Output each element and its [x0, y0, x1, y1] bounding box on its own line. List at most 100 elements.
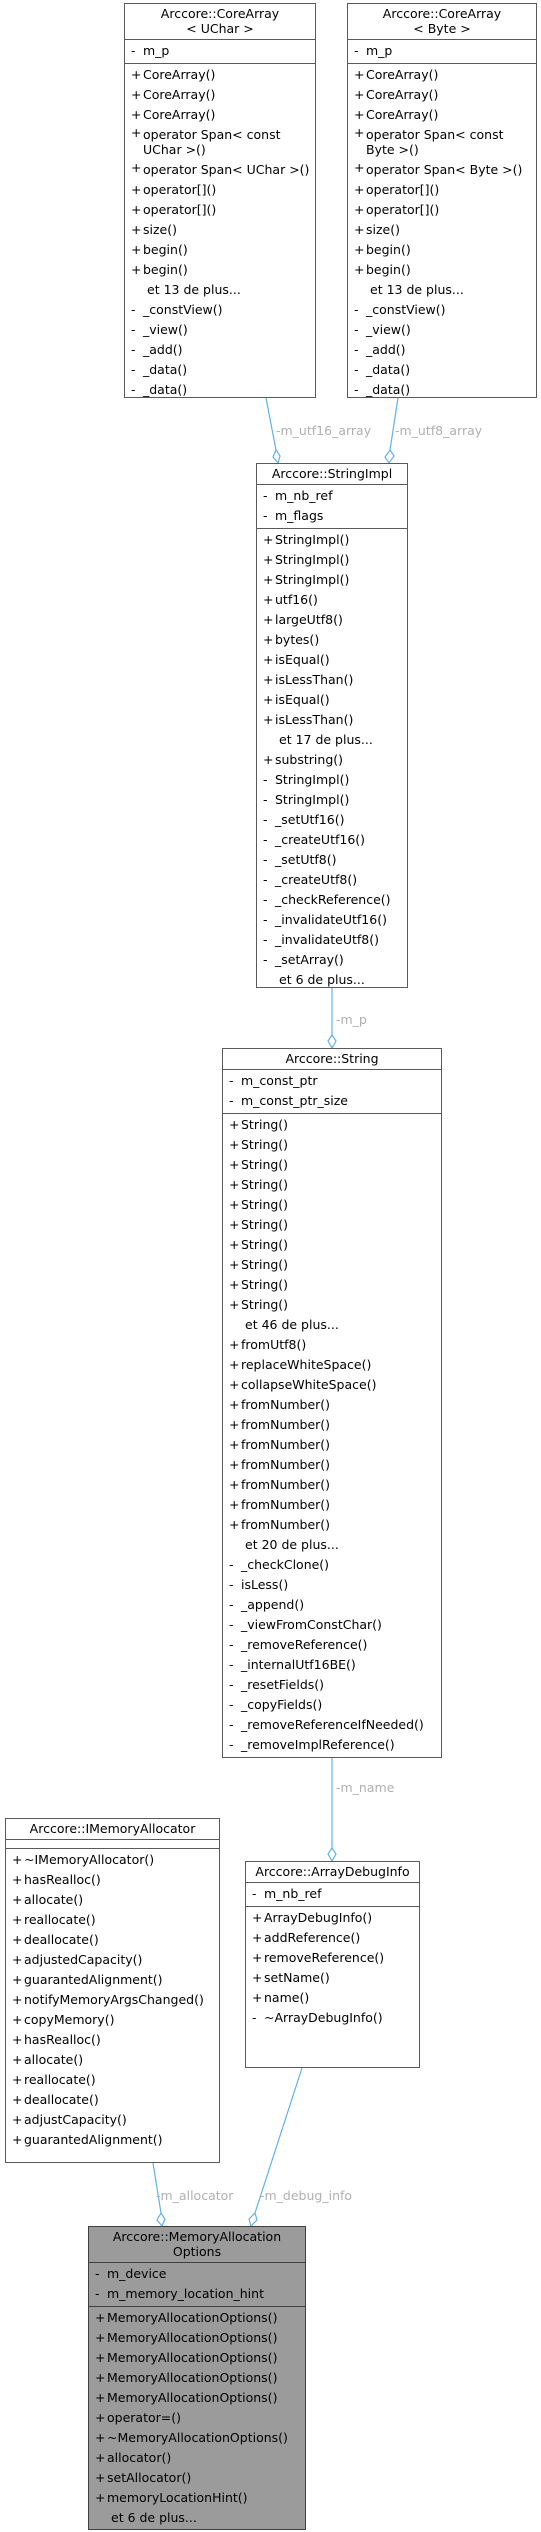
method-row-begin: + begin() — [348, 240, 536, 260]
visibility-marker: + — [131, 202, 142, 217]
method-section: + ArrayDebugInfo() + addReference() + removeR… — [246, 1907, 419, 2030]
method-name: String() — [241, 1257, 289, 1272]
visibility-marker: + — [131, 107, 142, 122]
method-name: _removeReference() — [241, 1637, 368, 1652]
method-name: hasRealloc() — [24, 2032, 101, 2047]
method-name: _setUtf8() — [275, 852, 337, 867]
attribute-section: - m_p — [348, 40, 536, 64]
method-name: operator=() — [107, 2410, 181, 2425]
method-name: operator[]() — [366, 202, 440, 217]
method-name: _checkClone() — [241, 1557, 330, 1572]
method-name: MemoryAllocationOptions() — [107, 2370, 278, 2385]
visibility-marker: + — [95, 2430, 106, 2445]
method-name: _removeImplReference() — [241, 1737, 395, 1752]
method-name: utf16() — [275, 592, 318, 607]
method-row-viewfromconstchar: - _viewFromConstChar() — [223, 1615, 441, 1635]
visibility-marker: - — [263, 952, 268, 967]
method-row-stringimpl: + StringImpl() — [257, 570, 407, 590]
method-row-checkclone: - _checkClone() — [223, 1555, 441, 1575]
method-row-operator-span-uchar: + operator Span< UChar >() — [125, 160, 315, 180]
method-name: isLessThan() — [275, 672, 354, 687]
method-row-copyfields: - _copyFields() — [223, 1695, 441, 1715]
visibility-marker: + — [229, 1157, 240, 1172]
attribute-row-m-nb-ref: - m_nb_ref — [246, 1884, 419, 1904]
class-string-impl[interactable]: Arccore::StringImpl - m_nb_ref - m_flags + Str… — [256, 463, 408, 988]
method-row-append: - _append() — [223, 1595, 441, 1615]
method-name: _data() — [143, 362, 188, 377]
method-name: _setArray() — [275, 952, 344, 967]
visibility-marker: + — [229, 1197, 240, 1212]
method-row-invalidateutf16: - _invalidateUtf16() — [257, 910, 407, 930]
visibility-marker: - — [229, 1637, 234, 1652]
method-name: _copyFields() — [241, 1697, 323, 1712]
method-row-operator: + operator[]() — [348, 200, 536, 220]
visibility-marker: + — [263, 552, 274, 567]
visibility-marker: - — [263, 832, 268, 847]
visibility-marker: + — [131, 262, 142, 277]
visibility-marker: + — [95, 2450, 106, 2465]
diamond-m-p — [327, 1033, 337, 1050]
method-row-corearray: + CoreArray() — [348, 85, 536, 105]
visibility-marker: + — [12, 2112, 23, 2127]
method-name: et 6 de plus... — [279, 972, 365, 987]
method-row-notifymemoryargschanged: + notifyMemoryArgsChanged() — [6, 1990, 219, 2010]
visibility-marker: + — [263, 572, 274, 587]
visibility-marker: - — [131, 362, 136, 377]
visibility-marker: + — [12, 2032, 23, 2047]
method-name: guarantedAlignment() — [24, 1972, 163, 1987]
method-row-setutf8: - _setUtf8() — [257, 850, 407, 870]
method-row-memoryallocationoptions: + MemoryAllocationOptions() — [89, 2308, 305, 2328]
visibility-marker: - — [95, 2286, 100, 2301]
visibility-marker: - — [354, 302, 359, 317]
attribute-row-m-const-ptr-size: - m_const_ptr_size — [223, 1091, 441, 1111]
method-name: MemoryAllocationOptions() — [107, 2310, 278, 2325]
class-memory-allocation-options[interactable]: Arccore::MemoryAllocation Options - m_devic… — [88, 2226, 306, 2530]
visibility-marker: - — [131, 342, 136, 357]
class-core-array-uchar[interactable]: Arccore::CoreArray < UChar > - m_p + CoreArra… — [124, 3, 316, 398]
visibility-marker: + — [12, 1952, 23, 1967]
visibility-marker: + — [229, 1357, 240, 1372]
class-imemory-allocator[interactable]: Arccore::IMemoryAllocator + ~IMemoryAlloca… — [5, 1818, 220, 2163]
method-row-bytes: + bytes() — [257, 630, 407, 650]
method-name: memoryLocationHint() — [107, 2490, 248, 2505]
class-title: Arccore::String — [223, 1049, 441, 1070]
class-array-debug-info[interactable]: Arccore::ArrayDebugInfo - m_nb_ref + ArrayDe… — [245, 1861, 420, 2068]
visibility-marker: + — [354, 107, 365, 122]
method-row-operator: + operator=() — [89, 2408, 305, 2428]
method-row-corearray: + CoreArray() — [348, 65, 536, 85]
visibility-marker: + — [252, 1970, 263, 1985]
visibility-marker: - — [131, 322, 136, 337]
attribute-name: m_nb_ref — [275, 488, 333, 503]
visibility-marker: - — [229, 1617, 234, 1632]
method-name: StringImpl() — [275, 772, 350, 787]
visibility-marker: + — [95, 2490, 106, 2505]
method-name: MemoryAllocationOptions() — [107, 2390, 278, 2405]
visibility-marker: - — [263, 792, 268, 807]
method-row-memoryallocationoptions: + MemoryAllocationOptions() — [89, 2368, 305, 2388]
method-row-largeutf8: + largeUtf8() — [257, 610, 407, 630]
method-name: fromUtf8() — [241, 1337, 307, 1352]
method-row-string: + String() — [223, 1195, 441, 1215]
class-core-array-byte[interactable]: Arccore::CoreArray < Byte > - m_p + CoreArray… — [347, 3, 537, 398]
method-name: CoreArray() — [143, 87, 216, 102]
method-row-fromnumber: + fromNumber() — [223, 1495, 441, 1515]
method-row-setallocator: + setAllocator() — [89, 2468, 305, 2488]
method-row-operator-span-byte: + operator Span< Byte >() — [348, 160, 536, 180]
visibility-marker: - — [263, 892, 268, 907]
visibility-marker: + — [12, 1932, 23, 1947]
attribute-name: m_flags — [275, 508, 324, 523]
visibility-marker: + — [229, 1377, 240, 1392]
method-name: StringImpl() — [275, 532, 350, 547]
method-name: StringImpl() — [275, 552, 350, 567]
class-string[interactable]: Arccore::String - m_const_ptr - m_const_ptr_… — [222, 1048, 442, 1758]
visibility-marker: + — [263, 632, 274, 647]
visibility-marker: - — [229, 1657, 234, 1672]
visibility-marker: - — [354, 382, 359, 397]
method-name: String() — [241, 1197, 289, 1212]
method-name: _createUtf16() — [275, 832, 366, 847]
visibility-marker: + — [252, 1930, 263, 1945]
method-row-constview: - _constView() — [348, 300, 536, 320]
method-name: String() — [241, 1217, 289, 1232]
method-name: size() — [143, 222, 177, 237]
visibility-marker: - — [229, 1697, 234, 1712]
